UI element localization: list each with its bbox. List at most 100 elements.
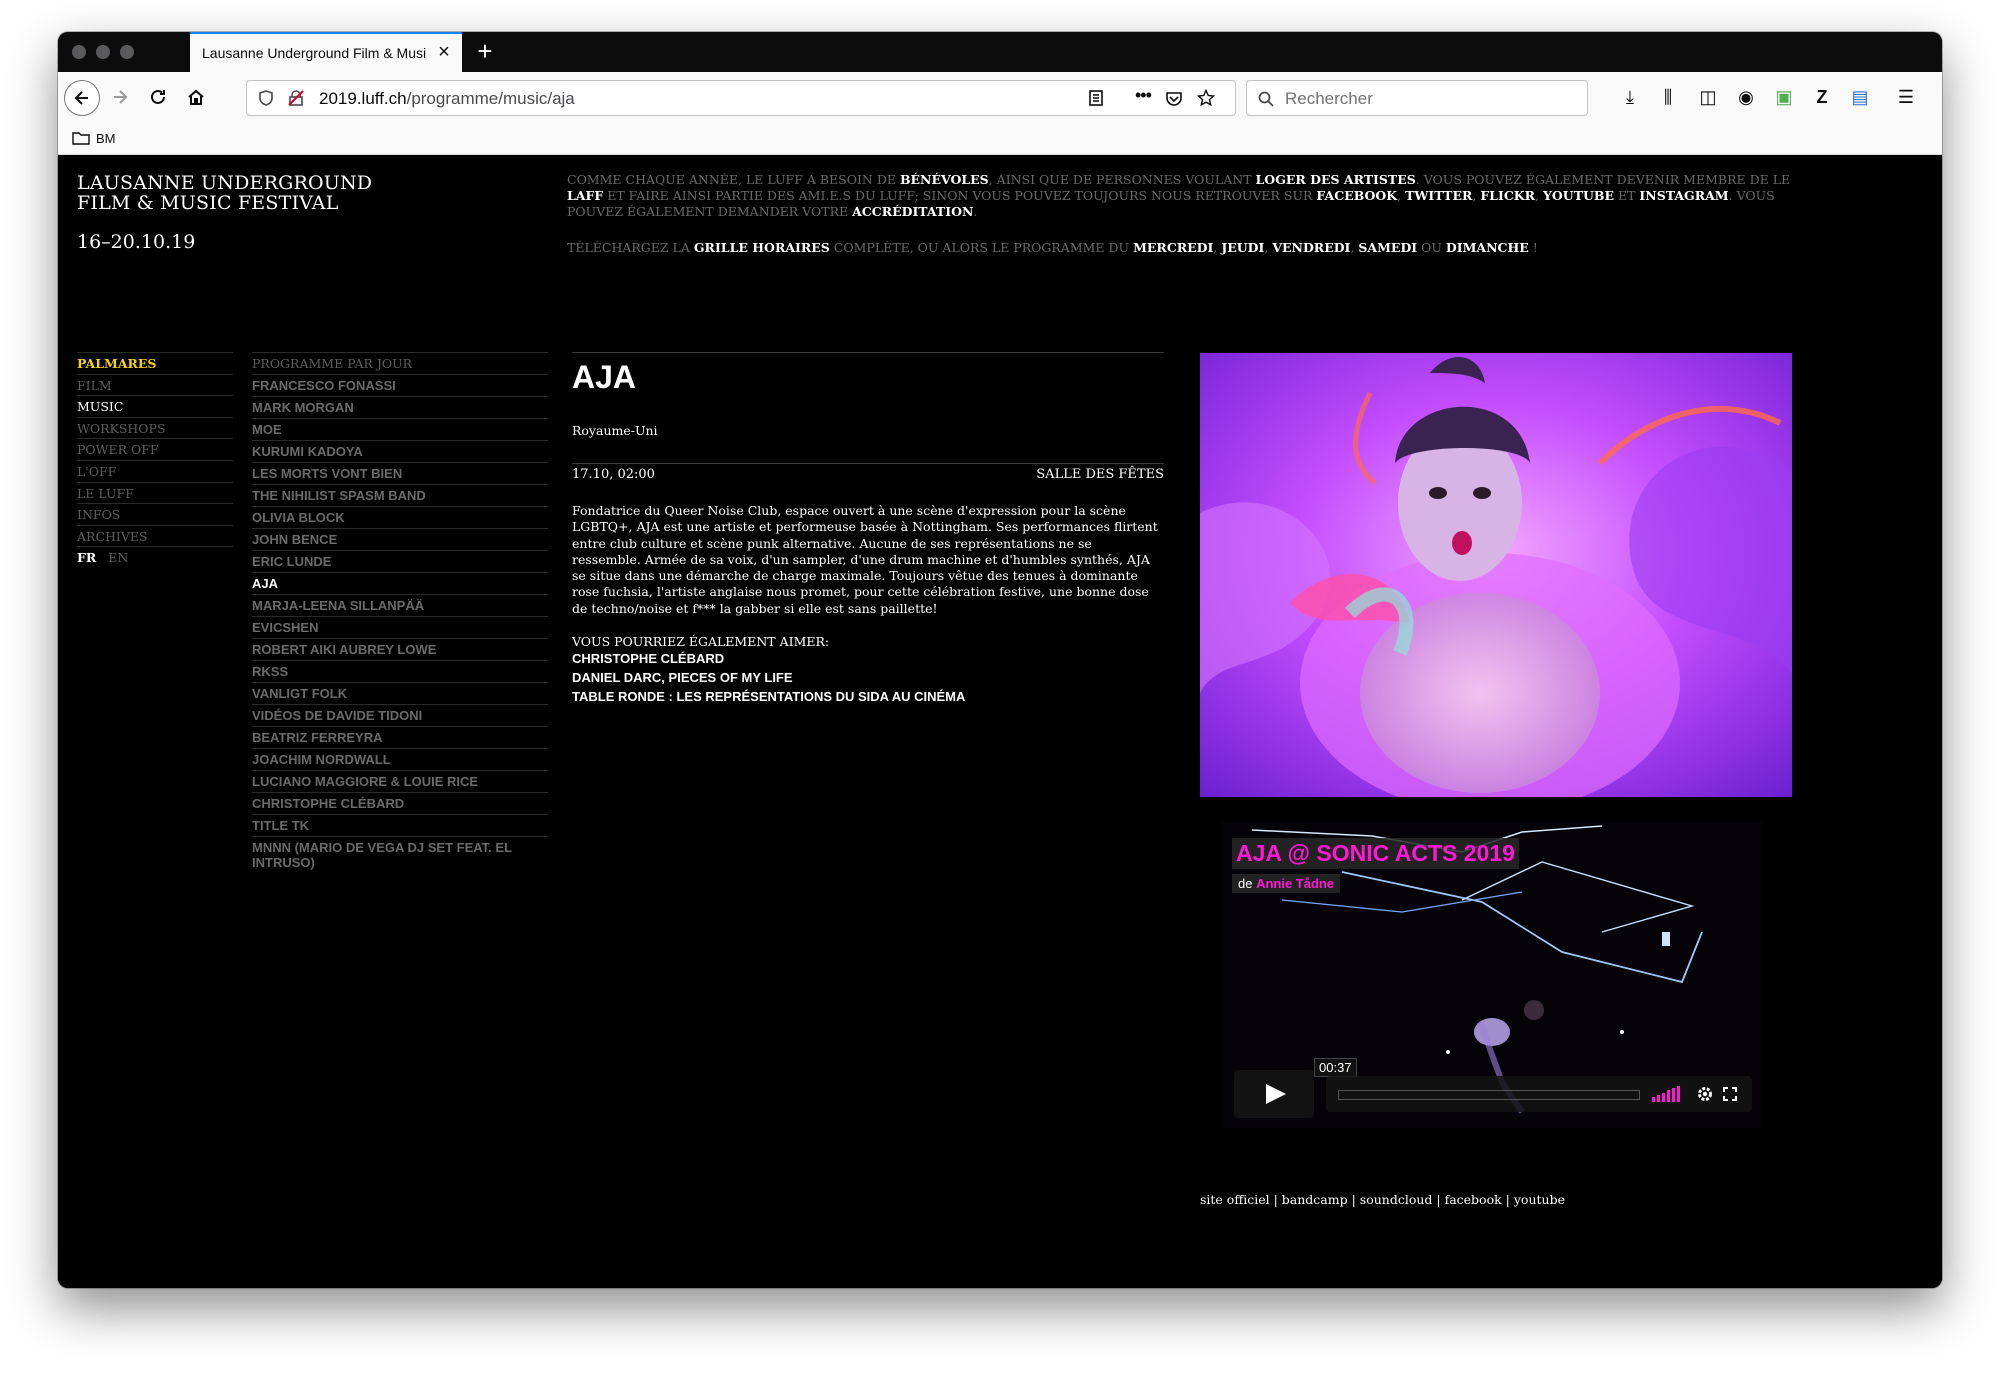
artist-item[interactable]: VANLIGT FOLK <box>252 682 548 704</box>
also-like-link[interactable]: CHRISTOPHE CLÉBARD <box>572 649 1164 668</box>
external-links: site officiel | bandcamp | soundcloud | … <box>1200 1192 1565 1207</box>
artist-item[interactable]: BEATRIZ FERREYRA <box>252 726 548 748</box>
reload-icon <box>151 89 165 104</box>
artist-item[interactable]: MNNN (MARIO DE VEGA DJ SET FEAT. EL INTR… <box>252 836 548 873</box>
artist-item[interactable]: FRANCESCO FONASSI <box>252 374 548 396</box>
link-vendredi[interactable]: vendredi <box>1272 240 1350 255</box>
artist-item[interactable]: JOHN BENCE <box>252 528 548 550</box>
artist-item[interactable]: ROBERT AIKI AUBREY LOWE <box>252 638 548 660</box>
account-icon[interactable]: ◉ <box>1734 85 1758 109</box>
video-progress-bar[interactable] <box>1338 1090 1640 1100</box>
sidebar-icon[interactable]: ◫ <box>1696 85 1720 109</box>
programme-par-jour-link[interactable]: PROGRAMME PAR JOUR <box>252 352 548 374</box>
artist-item[interactable]: TITLE TK <box>252 814 548 836</box>
artist-item[interactable]: LES MORTS VONT BIEN <box>252 462 548 484</box>
artist-item[interactable]: JOACHIM NORDWALL <box>252 748 548 770</box>
artist-item[interactable]: MOE <box>252 418 548 440</box>
lang-en[interactable]: EN <box>108 550 128 565</box>
link-accreditation[interactable]: accréditation <box>852 204 973 219</box>
notice-text-segment: . <box>973 204 978 219</box>
link-benevoles[interactable]: bénévoles <box>900 172 989 187</box>
menu-item-loff[interactable]: L'OFF <box>77 459 233 482</box>
link-samedi[interactable]: samedi <box>1358 240 1417 255</box>
link-jeudi[interactable]: jeudi <box>1221 240 1264 255</box>
minimize-window-button[interactable] <box>96 45 110 59</box>
new-tab-button[interactable]: + <box>472 38 498 64</box>
menu-item-film[interactable]: FILM <box>77 373 233 396</box>
video-title[interactable]: AJA @ SONIC ACTS 2019 <box>1232 838 1519 869</box>
back-button[interactable] <box>64 80 100 116</box>
artist-item-active[interactable]: AJA <box>252 572 548 594</box>
more-icon[interactable]: ••• <box>1135 85 1152 106</box>
bookmark-bm[interactable]: BM <box>96 131 116 146</box>
reload-button[interactable] <box>142 81 174 113</box>
artist-item[interactable]: LUCIANO MAGGIORE & LOUIE RICE <box>252 770 548 792</box>
artist-item[interactable]: OLIVIA BLOCK <box>252 506 548 528</box>
zotero-icon[interactable]: Z <box>1810 85 1834 109</box>
artist-item[interactable]: RKSS <box>252 660 548 682</box>
tab-active[interactable]: Lausanne Underground Film & Musi × <box>190 32 462 72</box>
menu-item-music[interactable]: MUSIC <box>77 395 233 417</box>
main-menu: PALMARES FILM MUSIC WORKSHOPS POWER OFF … <box>77 352 233 567</box>
menu-item-archives[interactable]: ARCHIVES <box>77 524 233 547</box>
artist-item[interactable]: EVICSHEN <box>252 616 548 638</box>
link-grille-horaires[interactable]: grille horaires <box>694 240 830 255</box>
download-icon[interactable]: ⤓ <box>1618 85 1642 109</box>
save-icon[interactable]: ▤ <box>1848 85 1872 109</box>
search-bar[interactable]: Rechercher <box>1246 80 1588 116</box>
shield-icon[interactable] <box>257 89 275 107</box>
reader-icon[interactable] <box>1087 89 1105 107</box>
notice-text-segment: Téléchargez la <box>567 240 694 255</box>
link-laff[interactable]: LAFF <box>567 188 603 203</box>
byline-author[interactable]: Annie Tådne <box>1256 876 1334 891</box>
link-site-officiel[interactable]: site officiel <box>1200 1192 1270 1207</box>
link-flickr[interactable]: Flickr <box>1480 188 1535 203</box>
link-facebook-artist[interactable]: facebook <box>1445 1192 1502 1207</box>
link-soundcloud[interactable]: soundcloud <box>1360 1192 1433 1207</box>
site-title[interactable]: LAUSANNE UNDERGROUND FILM & MUSIC FESTIV… <box>77 173 372 213</box>
link-instagram[interactable]: Instagram <box>1639 188 1728 203</box>
link-dimanche[interactable]: dimanche <box>1446 240 1529 255</box>
home-button[interactable] <box>180 81 212 113</box>
link-loger-artistes[interactable]: loger des artistes <box>1256 172 1416 187</box>
also-like-link[interactable]: TABLE RONDE : LES REPRÉSENTATIONS DU SID… <box>572 687 1164 706</box>
menu-item-infos[interactable]: INFOS <box>77 503 233 525</box>
zoom-window-button[interactable] <box>120 45 134 59</box>
menu-icon[interactable]: ☰ <box>1894 85 1918 109</box>
settings-icon[interactable] <box>1696 1085 1714 1103</box>
forward-button[interactable] <box>104 81 136 113</box>
library-icon[interactable]: ⫼ <box>1656 85 1680 109</box>
link-youtube[interactable]: YouTube <box>1543 188 1614 203</box>
artist-item[interactable]: VIDÉOS DE DAVIDE TIDONI <box>252 704 548 726</box>
artist-item[interactable]: THE NIHILIST SPASM BAND <box>252 484 548 506</box>
link-twitter[interactable]: Twitter <box>1405 188 1472 203</box>
fullscreen-icon[interactable] <box>1722 1086 1738 1102</box>
extension-icon[interactable]: ▣ <box>1772 85 1796 109</box>
play-button[interactable] <box>1234 1070 1314 1118</box>
artist-list: PROGRAMME PAR JOUR FRANCESCO FONASSI MAR… <box>252 352 548 873</box>
menu-item-le-luff[interactable]: LE LUFF <box>77 481 233 504</box>
artist-item[interactable]: MARK MORGAN <box>252 396 548 418</box>
also-like-link[interactable]: DANIEL DARC, PIECES OF MY LIFE <box>572 668 1164 687</box>
link-bandcamp[interactable]: bandcamp <box>1282 1192 1348 1207</box>
menu-item-workshops[interactable]: WORKSHOPS <box>77 416 233 439</box>
close-window-button[interactable] <box>72 45 86 59</box>
link-facebook[interactable]: Facebook <box>1316 188 1397 203</box>
lang-fr[interactable]: FR <box>77 550 96 565</box>
link-youtube-artist[interactable]: youtube <box>1514 1192 1565 1207</box>
artist-item[interactable]: ERIC LUNDE <box>252 550 548 572</box>
folder-icon[interactable] <box>72 131 90 145</box>
artist-item[interactable]: MARJA-LEENA SILLANPÄÄ <box>252 594 548 616</box>
lock-icon[interactable] <box>287 89 305 107</box>
menu-item-palmares[interactable]: PALMARES <box>77 352 233 374</box>
artist-item[interactable]: KURUMI KADOYA <box>252 440 548 462</box>
url-bar[interactable]: 2019.luff.ch/programme/music/aja ••• <box>246 80 1236 116</box>
volume-icon[interactable] <box>1652 1086 1682 1102</box>
close-tab-icon[interactable]: × <box>434 42 454 62</box>
video-player[interactable]: AJA @ SONIC ACTS 2019 de Annie Tådne 00:… <box>1222 822 1762 1128</box>
pocket-icon[interactable] <box>1165 89 1183 107</box>
star-icon[interactable] <box>1197 89 1215 107</box>
artist-item[interactable]: CHRISTOPHE CLÉBARD <box>252 792 548 814</box>
menu-item-power-off[interactable]: POWER OFF <box>77 438 233 460</box>
link-mercredi[interactable]: mercredi <box>1133 240 1213 255</box>
